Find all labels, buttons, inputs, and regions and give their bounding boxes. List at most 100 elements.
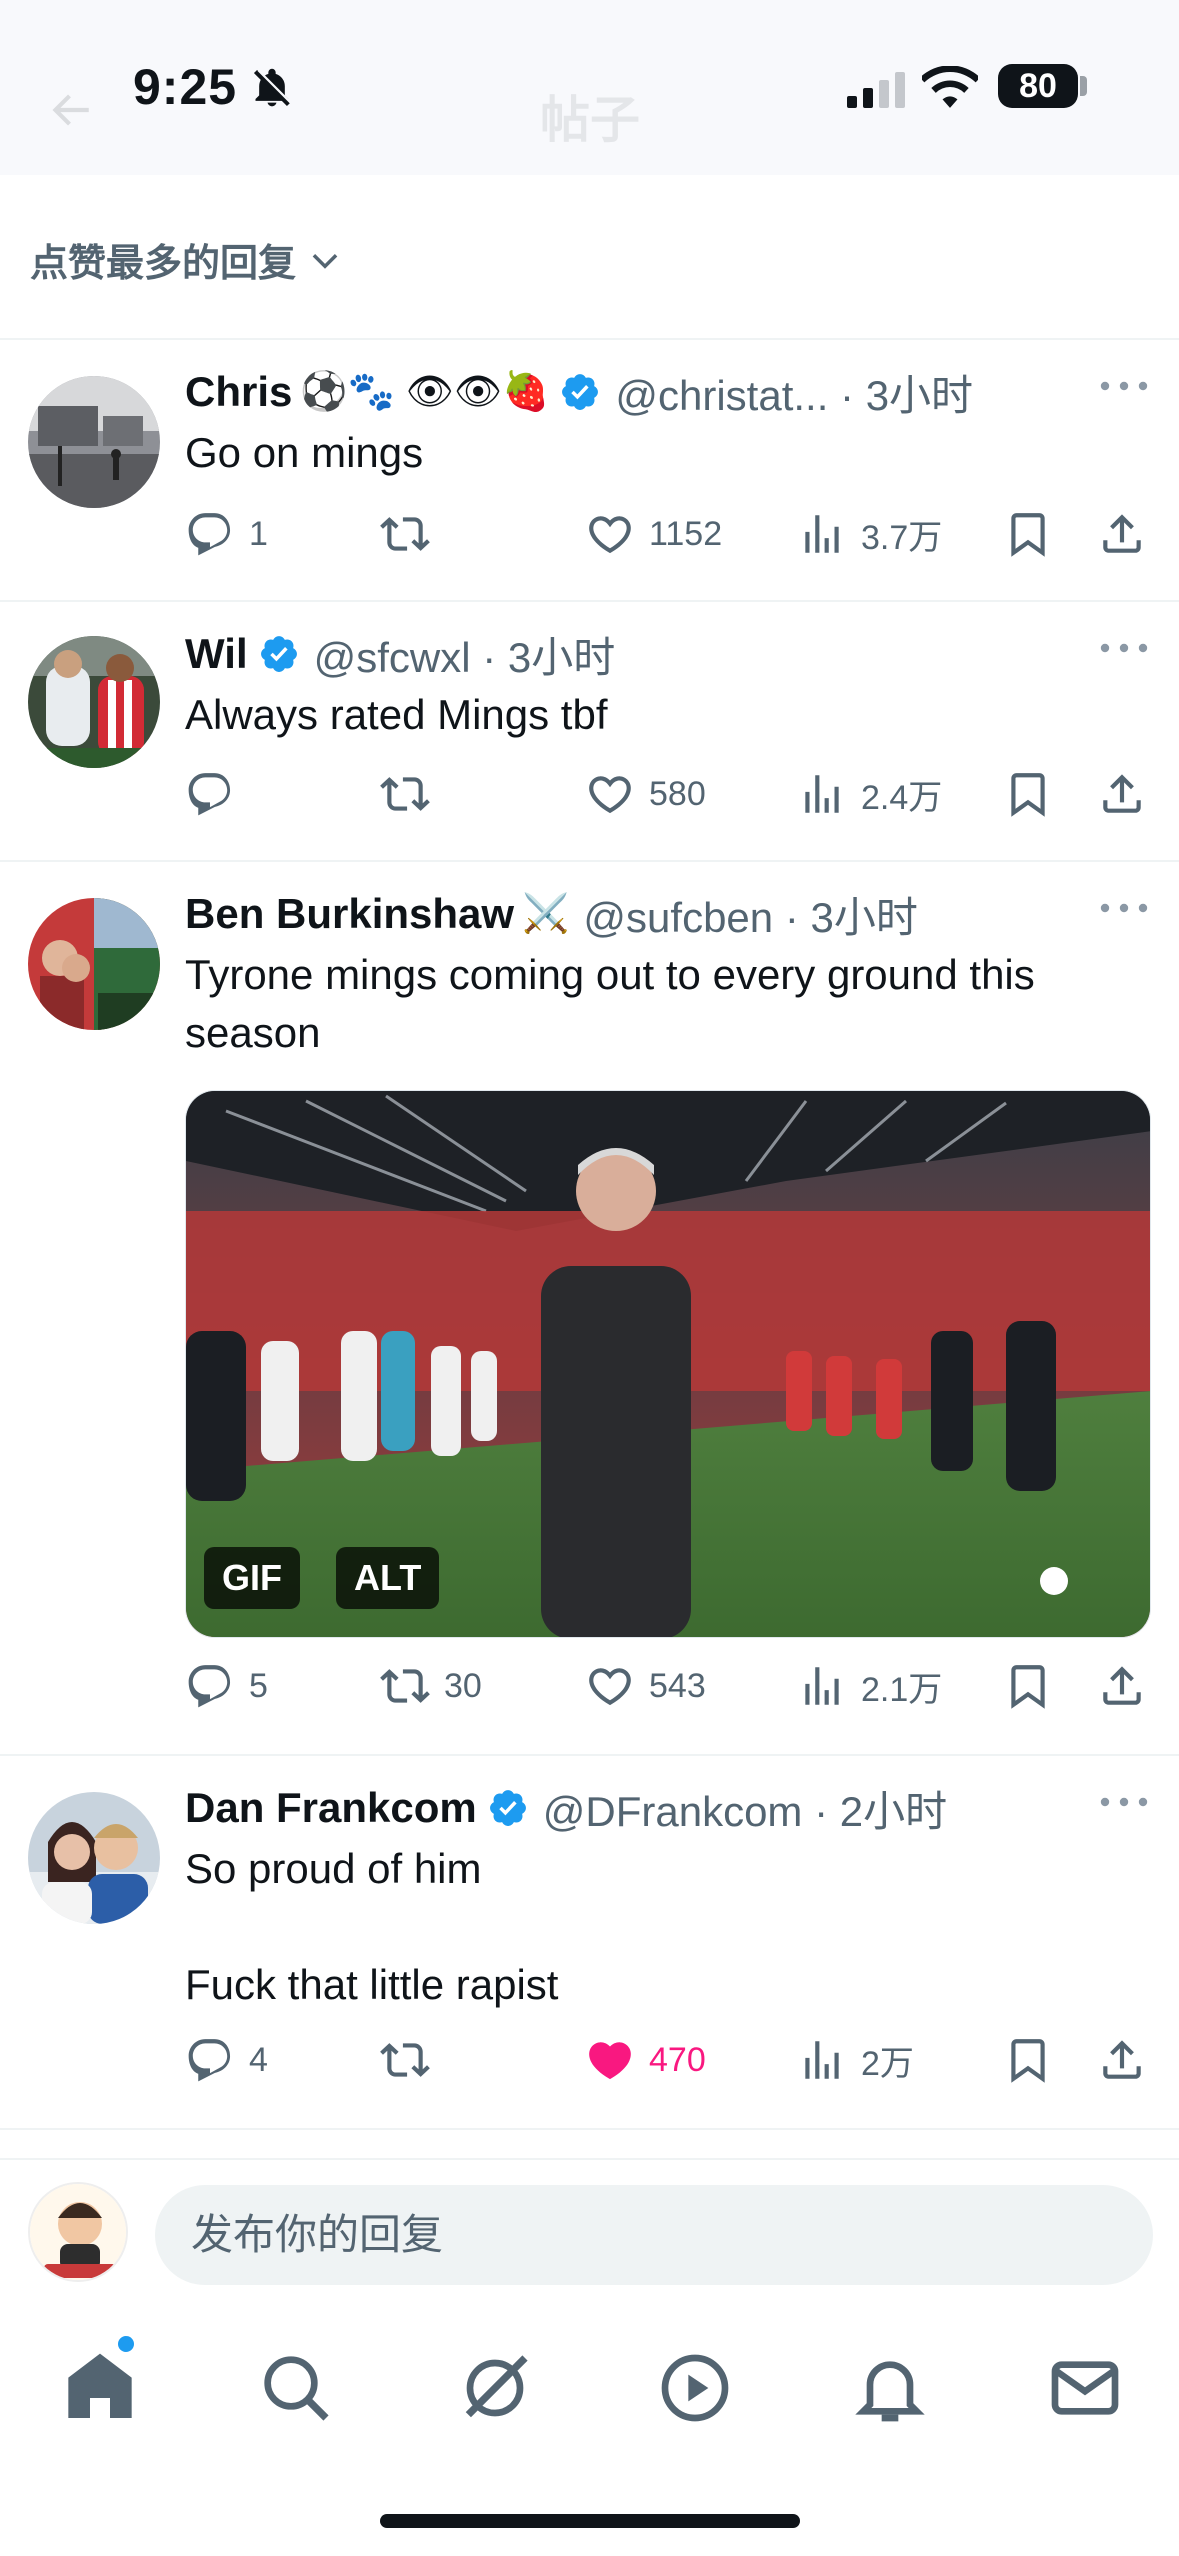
video-play-icon	[661, 2354, 729, 2422]
post-actions: 1 1152 3.7万	[185, 506, 1145, 562]
bookmark-icon	[1003, 509, 1053, 559]
post-text: Tyrone mings coming out to every ground …	[185, 951, 1047, 1056]
post-header: Dan Frankcom @DFrankcom · 2小时	[185, 1778, 947, 1838]
views-button[interactable]: 2.4万	[797, 766, 942, 822]
like-count: 470	[649, 2040, 706, 2079]
more-options-icon[interactable]	[1099, 376, 1149, 396]
handle-and-time: @sfcwxl · 3小时	[313, 633, 616, 681]
handle-and-time: @DFrankcom · 2小时	[542, 1787, 948, 1835]
like-button[interactable]: 1152	[585, 506, 722, 562]
reply-button[interactable]	[185, 766, 249, 822]
display-name[interactable]: Ben Burkinshaw	[185, 890, 514, 938]
reply-input[interactable]: 发布你的回复	[155, 2185, 1153, 2285]
battery-level: 80	[998, 64, 1078, 108]
battery-tip	[1080, 76, 1087, 96]
divider	[0, 860, 1179, 862]
reply-button[interactable]: 4	[185, 2032, 268, 2088]
views-button[interactable]: 2万	[797, 2032, 914, 2088]
retweet-button[interactable]: 30	[380, 1658, 482, 1714]
retweet-icon	[380, 2035, 430, 2085]
share-icon	[1097, 1661, 1147, 1711]
post-header: Wil @sfcwxl · 3小时	[185, 624, 615, 684]
bookmark-button[interactable]	[1003, 1658, 1053, 1714]
tab-video[interactable]	[655, 2348, 735, 2428]
more-options-icon[interactable]	[1099, 898, 1149, 918]
retweet-button[interactable]	[380, 506, 444, 562]
bookmark-icon	[1003, 1661, 1053, 1711]
search-icon	[264, 2356, 329, 2421]
name-emoji: ⚔️	[522, 893, 570, 935]
name-emoji: ⚽🐾 👁👁🍓	[300, 371, 550, 413]
retweet-icon	[380, 509, 430, 559]
display-name[interactable]: Wil	[185, 630, 248, 678]
view-count: 3.7万	[861, 518, 943, 557]
sort-replies-dropdown[interactable]: 点赞最多的回复	[30, 232, 344, 287]
gif-preview-image	[186, 1091, 1150, 1637]
share-button[interactable]	[1097, 1658, 1147, 1714]
avatar[interactable]	[28, 898, 160, 1030]
chevron-down-icon	[312, 253, 338, 269]
home-indicator[interactable]	[380, 2514, 800, 2528]
my-avatar[interactable]	[28, 2182, 128, 2282]
display-name[interactable]: Chris	[185, 368, 292, 416]
share-button[interactable]	[1097, 506, 1147, 562]
view-count: 2.4万	[861, 778, 943, 817]
reply-post[interactable]: Dan Frankcom @DFrankcom · 2小时 So proud o…	[0, 1778, 1179, 2128]
clock: 9:25	[133, 59, 238, 115]
post-header: Ben Burkinshaw ⚔️ @sufcben · 3小时	[185, 884, 918, 944]
avatar[interactable]	[28, 1792, 160, 1924]
envelope-icon	[1051, 2361, 1119, 2415]
back-arrow-icon[interactable]	[40, 85, 100, 135]
retweet-count: 30	[444, 1666, 482, 1705]
retweet-button[interactable]	[380, 766, 444, 822]
verified-badge-icon	[258, 633, 300, 675]
tab-search[interactable]	[256, 2348, 336, 2428]
share-button[interactable]	[1097, 766, 1147, 822]
post-text: Always rated Mings tbf	[185, 691, 608, 738]
handle-and-time: @sufcben · 3小时	[583, 893, 918, 941]
page-title: 帖子	[540, 92, 640, 148]
like-button[interactable]: 580	[585, 766, 706, 822]
bookmark-button[interactable]	[1003, 2032, 1053, 2088]
reply-post[interactable]: Ben Burkinshaw ⚔️ @sufcben · 3小时 Tyrone …	[0, 884, 1179, 1754]
new-posts-dot	[118, 2336, 134, 2352]
retweet-button[interactable]	[380, 2032, 444, 2088]
more-options-icon[interactable]	[1099, 638, 1149, 658]
gif-media[interactable]: GIF ALT	[185, 1090, 1151, 1638]
like-button[interactable]: 543	[585, 1658, 706, 1714]
reply-count: 4	[249, 2040, 268, 2079]
display-name[interactable]: Dan Frankcom	[185, 1784, 477, 1832]
post-actions: 580 2.4万	[185, 766, 1145, 822]
view-count: 2万	[861, 2044, 914, 2083]
bookmark-button[interactable]	[1003, 766, 1053, 822]
reply-post[interactable]: Wil @sfcwxl · 3小时 Always rated Mings tbf…	[0, 624, 1179, 860]
tab-grok[interactable]	[455, 2348, 535, 2428]
post-text: So proud of him Fuck that little rapist	[185, 1845, 559, 2008]
reply-post[interactable]: Chris ⚽🐾 👁👁🍓 @christat... · 3小时 Go on mi…	[0, 362, 1179, 602]
like-count: 543	[649, 1666, 706, 1705]
avatar[interactable]	[28, 376, 160, 508]
views-button[interactable]: 2.1万	[797, 1658, 942, 1714]
views-button[interactable]: 3.7万	[797, 506, 942, 562]
post-text: Go on mings	[185, 429, 424, 476]
reply-button[interactable]: 1	[185, 506, 268, 562]
alt-text-badge[interactable]: ALT	[336, 1547, 440, 1609]
heart-icon	[585, 769, 635, 819]
grok-icon	[465, 2355, 528, 2418]
bookmark-button[interactable]	[1003, 506, 1053, 562]
share-icon	[1097, 2035, 1147, 2085]
more-options-icon[interactable]	[1099, 1792, 1149, 1812]
reply-button[interactable]: 5	[185, 1658, 268, 1714]
share-button[interactable]	[1097, 2032, 1147, 2088]
avatar[interactable]	[28, 636, 160, 768]
share-icon	[1097, 769, 1147, 819]
reply-icon	[185, 509, 235, 559]
view-count: 2.1万	[861, 1670, 943, 1709]
reply-composer: 发布你的回复	[0, 2158, 1179, 2308]
like-button[interactable]: 470	[585, 2032, 706, 2088]
sort-label: 点赞最多的回复	[30, 243, 297, 285]
status-bar: 帖子 9:25 80	[0, 0, 1179, 175]
tab-messages[interactable]	[1045, 2348, 1125, 2428]
tab-notifications[interactable]	[850, 2348, 930, 2428]
tab-home[interactable]	[60, 2348, 140, 2428]
